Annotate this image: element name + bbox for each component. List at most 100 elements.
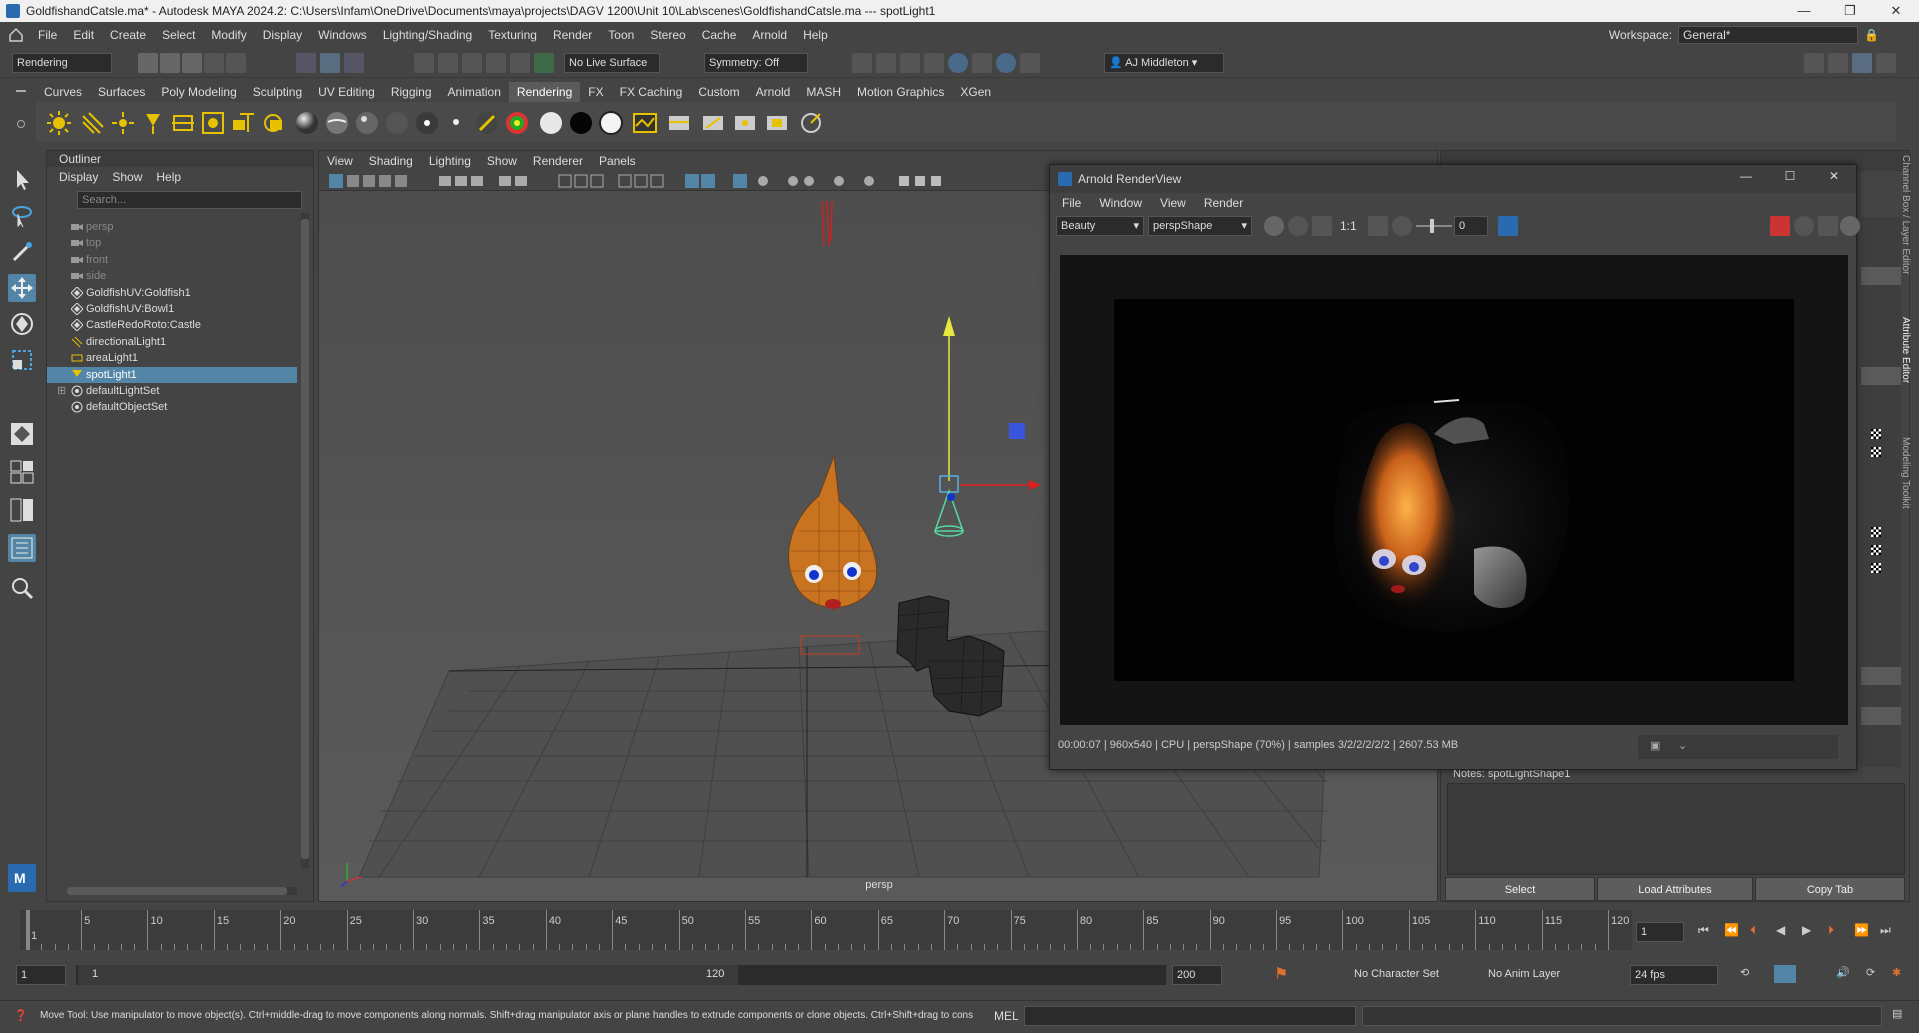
channel-box-tab[interactable]: Channel Box / Layer Editor xyxy=(1900,155,1911,305)
renderview-canvas[interactable] xyxy=(1060,255,1848,725)
zoom-ratio[interactable]: 1:1 xyxy=(1340,219,1357,233)
renderview-maximize-button[interactable]: ☐ xyxy=(1768,169,1812,183)
redo-icon[interactable] xyxy=(226,53,246,73)
arnold-render-icon[interactable] xyxy=(948,53,968,73)
select-object-icon[interactable] xyxy=(320,53,340,73)
minimize-button[interactable]: — xyxy=(1781,0,1827,22)
shelf-tab-curves[interactable]: Curves xyxy=(36,82,90,102)
modeling-toolkit-tab[interactable]: Modeling Toolkit xyxy=(1900,437,1911,537)
step-forward-icon[interactable]: ⏩ xyxy=(1854,923,1869,937)
chevron-down-icon[interactable]: ⌄ xyxy=(1678,739,1687,752)
menu-arnold[interactable]: Arnold xyxy=(744,28,795,42)
modeling-toolkit-toggle-icon[interactable] xyxy=(1804,53,1824,73)
material-sphere-2-icon[interactable] xyxy=(324,110,350,136)
menu-lighting-shading[interactable]: Lighting/Shading xyxy=(375,28,480,42)
camera-dropdown[interactable]: perspShape ▾ xyxy=(1148,216,1252,236)
step-back-icon[interactable]: ⏪ xyxy=(1724,923,1739,937)
render-sequence-icon[interactable] xyxy=(666,110,692,136)
live-surface-field[interactable]: No Live Surface xyxy=(564,53,660,73)
close-button[interactable]: ✕ xyxy=(1873,0,1919,22)
single-perspective-layout-icon[interactable] xyxy=(8,420,36,448)
material-sphere-6-icon[interactable] xyxy=(444,110,470,136)
menuset-dropdown[interactable]: Rendering xyxy=(12,53,112,73)
exposure-icon[interactable] xyxy=(1392,216,1412,236)
outliner-layout-icon[interactable] xyxy=(8,534,36,562)
menu-help[interactable]: Help xyxy=(795,28,836,42)
snap-surface-icon[interactable] xyxy=(510,53,530,73)
play-backward-icon[interactable]: ◀ xyxy=(1776,923,1785,937)
menu-cache[interactable]: Cache xyxy=(694,28,745,42)
auto-key-icon[interactable]: ⚑ xyxy=(1274,964,1288,984)
snap-vertex-icon[interactable] xyxy=(534,53,554,73)
menu-modify[interactable]: Modify xyxy=(203,28,254,42)
play-forward-icon[interactable]: ▶ xyxy=(1802,923,1811,937)
renderview-menu-file[interactable]: File xyxy=(1062,193,1081,213)
crop-region-icon[interactable] xyxy=(1312,216,1332,236)
exposure-slider[interactable] xyxy=(1416,219,1452,233)
fps-dropdown[interactable]: 24 fps xyxy=(1630,965,1718,985)
current-frame-field[interactable]: 1 xyxy=(1636,922,1684,942)
current-time-marker[interactable] xyxy=(26,910,30,950)
shelf-tab-motion-graphics[interactable]: Motion Graphics xyxy=(849,82,952,102)
pause-ipr-icon[interactable] xyxy=(1020,53,1040,73)
menu-texturing[interactable]: Texturing xyxy=(480,28,545,42)
rgb-toggle-icon[interactable] xyxy=(1288,216,1308,236)
undo-icon[interactable] xyxy=(204,53,224,73)
material-sphere-1-icon[interactable] xyxy=(294,110,320,136)
material-sphere-10-icon[interactable] xyxy=(568,110,594,136)
loop-icon[interactable]: ⟲ xyxy=(1740,966,1749,979)
character-set-field[interactable]: No Character Set xyxy=(1350,965,1470,985)
script-editor-icon[interactable]: ▤ xyxy=(1892,1007,1902,1020)
outliner-item-persp[interactable]: persp xyxy=(47,219,297,235)
renderview-close-button[interactable]: ✕ xyxy=(1812,169,1856,183)
snap-point-icon[interactable] xyxy=(462,53,482,73)
outliner-scrollbar[interactable] xyxy=(301,213,309,868)
outliner-item-side[interactable]: side xyxy=(47,268,297,284)
four-view-layout-icon[interactable] xyxy=(8,458,36,486)
shelf-tab-sculpting[interactable]: Sculpting xyxy=(245,82,310,102)
lasso-tool-icon[interactable] xyxy=(8,202,36,230)
spot-light-icon[interactable] xyxy=(140,110,166,136)
outliner-item-spotlight1[interactable]: spotLight1 xyxy=(47,366,297,383)
select-tool-icon[interactable] xyxy=(8,166,36,194)
copy-tab-button[interactable]: Copy Tab xyxy=(1755,877,1905,901)
renderview-menu-window[interactable]: Window xyxy=(1099,193,1142,213)
select-component-icon[interactable] xyxy=(344,53,364,73)
expand-icon[interactable]: ⊞ xyxy=(57,383,66,399)
select-button[interactable]: Select xyxy=(1445,877,1595,901)
menu-toon[interactable]: Toon xyxy=(600,28,642,42)
attribute-editor-toggle-icon[interactable] xyxy=(1828,53,1848,73)
snap-grid-icon[interactable] xyxy=(414,53,434,73)
move-tool-icon[interactable] xyxy=(8,274,36,302)
renderview-menu-render[interactable]: Render xyxy=(1204,193,1243,213)
map-buttons[interactable] xyxy=(1871,429,1881,573)
outliner-horizontal-scrollbar[interactable] xyxy=(67,887,297,895)
shelf-tab-rendering[interactable]: Rendering xyxy=(508,82,581,102)
playblast-icon[interactable] xyxy=(732,110,758,136)
shelf-tab-uv-editing[interactable]: UV Editing xyxy=(310,82,383,102)
outliner-item-goldfishuv-goldfish1[interactable]: GoldfishUV:Goldfish1 xyxy=(47,285,297,301)
outliner-search-input[interactable]: Search... xyxy=(77,191,302,209)
viewport-menu-lighting[interactable]: Lighting xyxy=(429,151,471,171)
shelf-tab-custom[interactable]: Custom xyxy=(690,82,747,102)
ipr-toggle-icon[interactable] xyxy=(1818,216,1838,236)
ipr-render-icon[interactable] xyxy=(876,53,896,73)
shelf-tab-poly-modeling[interactable]: Poly Modeling xyxy=(153,82,244,102)
arnold-ipr-icon[interactable] xyxy=(996,53,1016,73)
point-light-icon[interactable] xyxy=(110,110,136,136)
stop-render-icon[interactable] xyxy=(1770,216,1790,236)
outliner-item-arealight1[interactable]: areaLight1 xyxy=(47,350,297,366)
outliner-menu-display[interactable]: Display xyxy=(59,167,98,187)
go-to-end-icon[interactable]: ⏭ xyxy=(1880,923,1891,938)
step-forward-key-icon[interactable]: ⏵ xyxy=(1828,923,1834,938)
shelf-tab-animation[interactable]: Animation xyxy=(440,82,509,102)
shelf-menu-icon[interactable] xyxy=(14,86,28,144)
channel-display-icon[interactable] xyxy=(1264,216,1284,236)
workspace-dropdown[interactable]: General* xyxy=(1678,26,1859,44)
user-account-dropdown[interactable]: 👤 AJ Middleton ▾ xyxy=(1104,53,1224,73)
symmetry-dropdown[interactable]: Symmetry: Off xyxy=(704,53,808,73)
render-settings-icon[interactable] xyxy=(900,53,920,73)
cache-playback-icon[interactable] xyxy=(1774,965,1796,983)
channel-box-toggle-icon[interactable] xyxy=(1852,53,1872,73)
renderview-menu-view[interactable]: View xyxy=(1160,193,1186,213)
